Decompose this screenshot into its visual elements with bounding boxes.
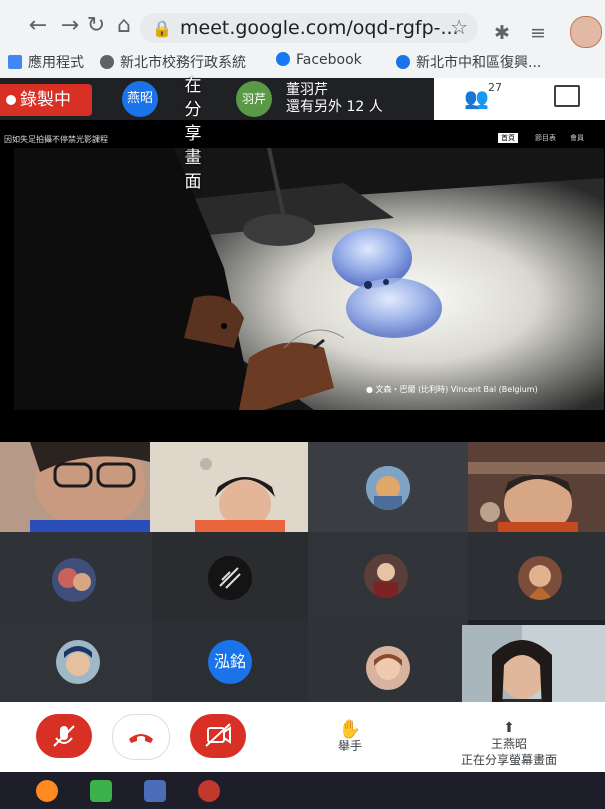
globe-icon xyxy=(100,55,114,69)
raise-hand-label: 舉手 xyxy=(337,739,362,753)
apps-grid-icon xyxy=(8,55,22,69)
mic-toggle-button[interactable] xyxy=(36,714,92,758)
bookmark-facebook[interactable]: Facebook xyxy=(276,52,362,68)
participant-video-tile[interactable] xyxy=(0,442,308,532)
tab-member[interactable]: 會員 xyxy=(570,133,584,143)
participant-tile[interactable] xyxy=(468,532,605,620)
participant-tile[interactable] xyxy=(152,532,308,620)
participant-name: 董羽芹 xyxy=(286,82,328,98)
browser-chrome: ← → ↻ ⌂ 🔒 meet.google.com/oqd-rgfp-... ☆… xyxy=(0,0,605,78)
shared-video-frame xyxy=(14,148,604,410)
participant-video-feed xyxy=(0,442,308,532)
participant-avatar xyxy=(208,556,252,600)
participant-tile[interactable] xyxy=(308,532,468,620)
participant-tile[interactable] xyxy=(0,620,152,710)
extensions-puzzle-icon[interactable]: ✱ xyxy=(494,22,510,44)
participant-avatar xyxy=(366,646,410,690)
recording-dot-icon xyxy=(6,95,16,105)
back-arrow-icon[interactable]: ← xyxy=(26,14,50,38)
browser-nav-bar: ← → ↻ ⌂ 🔒 meet.google.com/oqd-rgfp-... ☆… xyxy=(0,10,605,48)
meet-controls-bar: ✋ 舉手 ⬆ 王燕昭 正在分享螢幕畫面 xyxy=(0,702,605,772)
participant-avatar xyxy=(52,558,96,602)
chat-icon[interactable] xyxy=(554,85,580,107)
participant-video-tile[interactable] xyxy=(468,442,605,532)
os-taskbar xyxy=(0,772,605,809)
address-bar[interactable]: 🔒 meet.google.com/oqd-rgfp-... ☆ xyxy=(140,13,478,43)
participant-avatar xyxy=(364,554,408,598)
hang-up-icon xyxy=(129,734,153,743)
presenting-status: 正在分享螢幕畫面 xyxy=(460,753,557,767)
presenter-name: 王燕昭 xyxy=(490,737,527,751)
settings-app-icon[interactable] xyxy=(198,780,220,802)
camera-toggle-button[interactable] xyxy=(190,714,246,758)
bookmark-star-icon[interactable]: ☆ xyxy=(450,15,468,39)
presenter-chip[interactable]: 燕昭 xyxy=(122,81,158,117)
shared-video: ● 文森・巴爾 (比利時) Vincent Bal (Belgium) xyxy=(14,148,604,410)
meet-top-bar: 錄製中 燕昭 羽芹 董羽芹 還有另外 12 人 👥 27 xyxy=(0,78,605,120)
camera-off-icon xyxy=(205,723,231,747)
leave-call-button[interactable] xyxy=(112,714,170,760)
presentation-status-control[interactable]: ⬆ 王燕昭 正在分享螢幕畫面 xyxy=(444,720,574,768)
participant-video-feed xyxy=(468,442,605,532)
bookmark-district-site[interactable]: 新北市中和區復興... xyxy=(396,52,541,72)
people-icon[interactable]: 👥 xyxy=(464,86,489,110)
bookmark-apps[interactable]: 應用程式 xyxy=(8,52,84,72)
recording-label: 錄製中 xyxy=(20,90,71,110)
people-count: 27 xyxy=(488,81,502,94)
presentation-area: 因如失足拍攝不停禁光影課程 首頁 節目表 會員 ● 文森・巴爾 (比利時) Vi… xyxy=(0,120,605,442)
bookmark-school-system[interactable]: 新北市校務行政系統 xyxy=(100,52,246,72)
participant-grid: 泓銘 xyxy=(0,442,605,710)
media-queue-icon[interactable]: ≡ xyxy=(530,22,546,44)
lock-icon: 🔒 xyxy=(152,19,172,38)
participant-avatar-initials: 泓銘 xyxy=(208,640,252,684)
present-screen-icon: ⬆ xyxy=(503,720,515,736)
participant-info: 董羽芹 還有另外 12 人 xyxy=(286,82,383,116)
participant-chip[interactable]: 羽芹 xyxy=(236,81,272,117)
tab-schedule[interactable]: 節目表 xyxy=(535,133,556,143)
participant-tile[interactable] xyxy=(308,620,468,710)
home-icon[interactable]: ⌂ xyxy=(112,14,136,38)
forward-arrow-icon[interactable]: → xyxy=(58,14,82,38)
participant-avatar xyxy=(56,640,100,684)
tab-home[interactable]: 首頁 xyxy=(498,133,518,143)
participant-video-feed xyxy=(462,625,605,710)
participant-avatar xyxy=(518,556,562,600)
mic-off-icon xyxy=(53,725,75,747)
presenting-vertical-label: 在分享畫面 xyxy=(184,76,202,192)
facebook-icon xyxy=(276,52,290,66)
profile-avatar[interactable] xyxy=(570,16,602,48)
recording-badge: 錄製中 xyxy=(0,84,92,116)
hand-icon: ✋ xyxy=(338,719,362,740)
bookmarks-bar: 應用程式 新北市校務行政系統 Facebook 新北市中和區復興... xyxy=(0,48,605,76)
participant-tile[interactable]: 泓銘 xyxy=(152,620,308,710)
raise-hand-control[interactable]: ✋ 舉手 xyxy=(330,719,370,754)
url-text: meet.google.com/oqd-rgfp-... xyxy=(180,17,459,39)
participant-tile[interactable] xyxy=(0,532,152,620)
video-credit: ● 文森・巴爾 (比利時) Vincent Bal (Belgium) xyxy=(366,385,538,394)
site-icon xyxy=(396,55,410,69)
side-panel-buttons: 👥 27 xyxy=(434,78,605,120)
reload-icon[interactable]: ↻ xyxy=(84,14,108,38)
participant-avatar xyxy=(366,466,410,510)
presentation-caption: 因如失足拍攝不停禁光影課程 xyxy=(4,135,108,144)
participant-tile[interactable] xyxy=(308,442,468,532)
line-app-icon[interactable] xyxy=(90,780,112,802)
photos-app-icon[interactable] xyxy=(144,780,166,802)
participant-more: 還有另外 12 人 xyxy=(286,99,383,115)
participant-video-tile[interactable] xyxy=(462,625,605,710)
firefox-icon[interactable] xyxy=(36,780,58,802)
